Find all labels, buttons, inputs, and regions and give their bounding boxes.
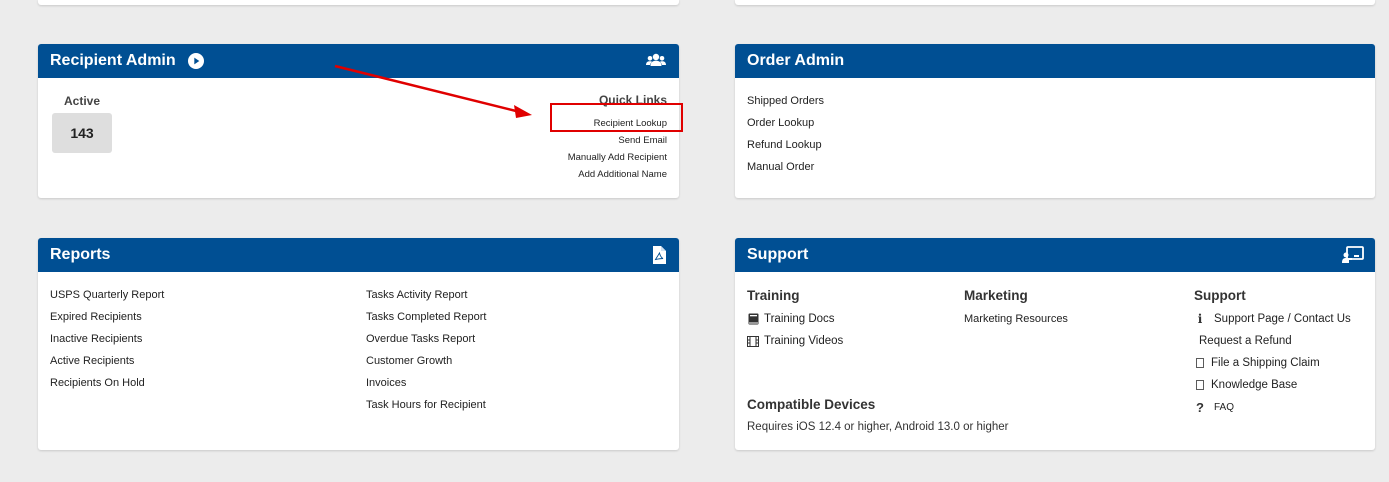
knowledge-base-link[interactable]: Knowledge Base xyxy=(1194,374,1351,396)
marketing-links: Marketing Resources xyxy=(964,308,1068,330)
report-overdue-tasks[interactable]: Overdue Tasks Report xyxy=(366,328,486,350)
knowledge-base-label: Knowledge Base xyxy=(1211,379,1298,391)
book-icon xyxy=(747,313,759,325)
play-circle-icon[interactable] xyxy=(187,53,204,69)
order-link-manual-order[interactable]: Manual Order xyxy=(747,156,824,178)
compatible-devices-text: Requires iOS 12.4 or higher, Android 13.… xyxy=(747,421,1009,433)
training-docs-link[interactable]: Training Docs xyxy=(747,308,843,330)
active-label: Active xyxy=(64,94,101,108)
support-title: Support xyxy=(747,246,809,263)
marketing-resources-link[interactable]: Marketing Resources xyxy=(964,308,1068,330)
report-customer-growth[interactable]: Customer Growth xyxy=(366,350,486,372)
reports-left-list: USPS Quarterly Report Expired Recipients… xyxy=(50,284,164,394)
report-invoices[interactable]: Invoices xyxy=(366,372,486,394)
card-above-right xyxy=(735,0,1375,5)
support-page-link[interactable]: i Support Page / Contact Us xyxy=(1194,308,1351,330)
order-admin-title: Order Admin xyxy=(747,52,845,69)
support-page-label: Support Page / Contact Us xyxy=(1214,313,1351,325)
shipping-claim-label: File a Shipping Claim xyxy=(1211,357,1320,369)
report-task-hours[interactable]: Task Hours for Recipient xyxy=(366,394,486,416)
reports-card: Reports USPS Quarterly Report Expired Re… xyxy=(38,238,679,450)
active-count-badge[interactable]: 143 xyxy=(52,113,112,153)
chalkboard-teacher-icon[interactable] xyxy=(1342,246,1364,264)
question-icon: ? xyxy=(1196,399,1204,415)
training-title: Training xyxy=(747,288,800,303)
report-active-recipients[interactable]: Active Recipients xyxy=(50,350,164,372)
annotation-arrow xyxy=(334,64,532,118)
quick-link-send-email[interactable]: Send Email xyxy=(568,132,667,149)
report-tasks-completed[interactable]: Tasks Completed Report xyxy=(366,306,486,328)
report-inactive-recipients[interactable]: Inactive Recipients xyxy=(50,328,164,350)
order-admin-card: Order Admin Shipped Orders Order Lookup … xyxy=(735,44,1375,198)
training-docs-label: Training Docs xyxy=(764,313,835,325)
training-videos-label: Training Videos xyxy=(764,335,844,347)
report-expired-recipients[interactable]: Expired Recipients xyxy=(50,306,164,328)
info-icon: i xyxy=(1197,312,1203,326)
quick-link-manually-add-recipient[interactable]: Manually Add Recipient xyxy=(568,149,667,166)
support-header: Support xyxy=(735,238,1375,272)
reports-right-list: Tasks Activity Report Tasks Completed Re… xyxy=(366,284,486,416)
file-icon xyxy=(1194,357,1206,369)
marketing-title: Marketing xyxy=(964,288,1028,303)
recipient-admin-title: Recipient Admin xyxy=(50,52,176,69)
request-refund-label: Request a Refund xyxy=(1199,335,1292,347)
support-card: Support Training Training Docs Training … xyxy=(735,238,1375,450)
order-link-refund-lookup[interactable]: Refund Lookup xyxy=(747,134,824,156)
report-tasks-activity[interactable]: Tasks Activity Report xyxy=(366,284,486,306)
quick-link-add-additional-name[interactable]: Add Additional Name xyxy=(568,166,667,183)
order-link-shipped-orders[interactable]: Shipped Orders xyxy=(747,90,824,112)
training-videos-link[interactable]: Training Videos xyxy=(747,330,843,352)
pdf-file-icon[interactable] xyxy=(652,246,666,264)
order-admin-links: Shipped Orders Order Lookup Refund Looku… xyxy=(747,90,824,178)
request-refund-link[interactable]: Request a Refund xyxy=(1194,330,1351,352)
card-above-left xyxy=(38,0,679,5)
document-icon xyxy=(1194,379,1206,391)
report-usps-quarterly[interactable]: USPS Quarterly Report xyxy=(50,284,164,306)
faq-label: FAQ xyxy=(1214,401,1235,413)
order-admin-header: Order Admin xyxy=(735,44,1375,78)
report-recipients-on-hold[interactable]: Recipients On Hold xyxy=(50,372,164,394)
order-link-order-lookup[interactable]: Order Lookup xyxy=(747,112,824,134)
support-links: i Support Page / Contact Us Request a Re… xyxy=(1194,308,1351,418)
reports-title: Reports xyxy=(50,246,111,263)
training-links: Training Docs Training Videos xyxy=(747,308,843,352)
shipping-claim-link[interactable]: File a Shipping Claim xyxy=(1194,352,1351,374)
support-section-title: Support xyxy=(1194,288,1246,303)
faq-link[interactable]: ? FAQ xyxy=(1194,396,1351,418)
reports-header: Reports xyxy=(38,238,679,272)
users-group-icon[interactable] xyxy=(645,51,667,71)
compatible-devices-title: Compatible Devices xyxy=(747,397,876,412)
film-icon xyxy=(747,335,759,347)
